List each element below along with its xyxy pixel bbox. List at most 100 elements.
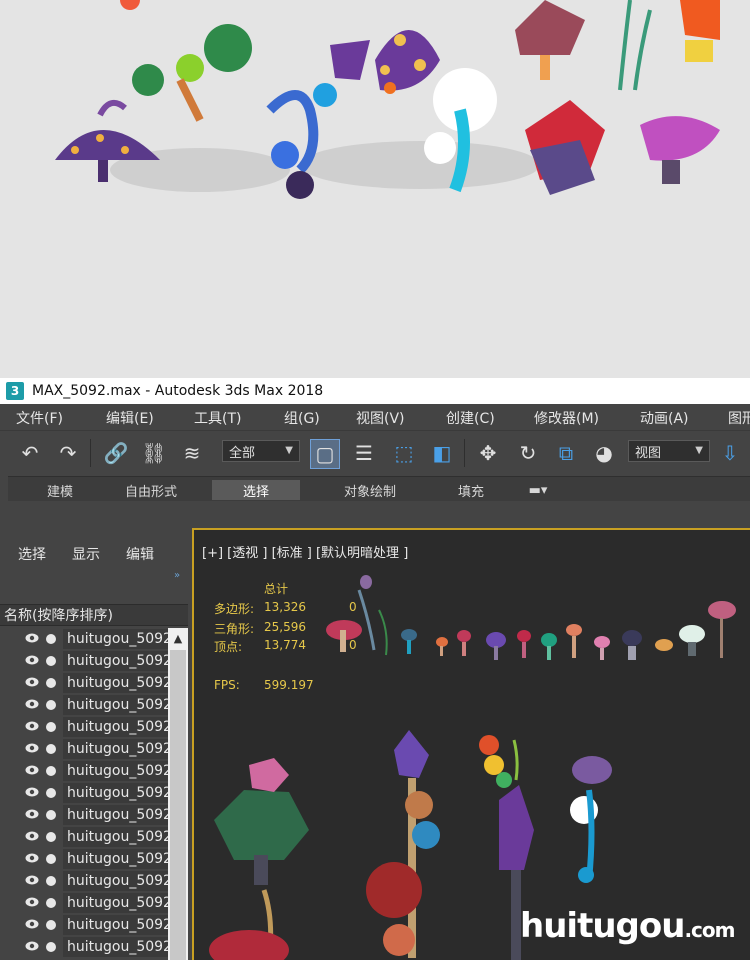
visibility-eye-icon[interactable] [25,698,39,710]
select-by-name-icon[interactable]: ☰ [350,439,378,467]
table-row[interactable]: huitugou_5092 [0,628,168,650]
table-row[interactable]: huitugou_5092 [0,804,168,826]
menu-create[interactable]: 创建(C) [446,408,495,428]
menu-file[interactable]: 文件(F) [16,408,63,428]
freeze-toggle-icon[interactable] [46,722,56,732]
menu-group[interactable]: 组(G) [284,408,320,428]
tab-modeling[interactable]: 建模 [30,480,90,500]
table-row[interactable]: huitugou_5092 [0,650,168,672]
visibility-eye-icon[interactable] [25,940,39,952]
freeze-toggle-icon[interactable] [46,788,56,798]
explorer-tab-select[interactable]: 选择 [18,544,46,564]
object-name[interactable]: huitugou_5092 [63,651,168,671]
freeze-toggle-icon[interactable] [46,656,56,666]
freeze-toggle-icon[interactable] [46,854,56,864]
visibility-eye-icon[interactable] [25,720,39,732]
selection-filter-dropdown[interactable]: 全部 ▼ [222,440,300,462]
visibility-eye-icon[interactable] [25,852,39,864]
visibility-eye-icon[interactable] [25,632,39,644]
object-name[interactable]: huitugou_5092 [63,717,168,737]
visibility-eye-icon[interactable] [25,896,39,908]
table-row[interactable]: huitugou_5092 [0,694,168,716]
object-name[interactable]: huitugou_5092 [63,629,168,649]
object-name[interactable]: huitugou_5092 [63,695,168,715]
object-name[interactable]: huitugou_5092 [63,893,168,913]
explorer-scrollbar[interactable]: ▲ [168,628,188,960]
object-name[interactable]: huitugou_5092 [63,827,168,847]
object-name[interactable]: huitugou_5092 [63,783,168,803]
scroll-thumb[interactable] [170,650,186,960]
visibility-eye-icon[interactable] [25,874,39,886]
visibility-eye-icon[interactable] [25,918,39,930]
visibility-eye-icon[interactable] [25,808,39,820]
explorer-tab-edit[interactable]: 编辑 [126,544,154,564]
freeze-toggle-icon[interactable] [46,832,56,842]
table-row[interactable]: huitugou_5092 [0,672,168,694]
object-name[interactable]: huitugou_5092 [63,871,168,891]
table-row[interactable]: huitugou_5092 [0,738,168,760]
table-row[interactable]: huitugou_5092 [0,760,168,782]
ribbon-options-icon[interactable]: ▬▾ [520,480,556,500]
table-row[interactable]: huitugou_5092 [0,870,168,892]
tab-populate[interactable]: 填充 [438,480,504,500]
tab-freeform[interactable]: 自由形式 [108,480,194,500]
freeze-toggle-icon[interactable] [46,920,56,930]
table-row[interactable]: huitugou_5092 [0,826,168,848]
table-row[interactable]: huitugou_5092 [0,782,168,804]
visibility-eye-icon[interactable] [25,764,39,776]
object-name[interactable]: huitugou_5092 [63,849,168,869]
rotate-icon[interactable]: ↻ [514,439,542,467]
snap-icon[interactable]: ⇩ [716,439,744,467]
object-name[interactable]: huitugou_5092 [63,915,168,935]
undo-icon[interactable]: ↶ [16,439,44,467]
visibility-eye-icon[interactable] [25,676,39,688]
table-row[interactable]: huitugou_5092 [0,892,168,914]
freeze-toggle-icon[interactable] [46,810,56,820]
freeze-toggle-icon[interactable] [46,766,56,776]
freeze-toggle-icon[interactable] [46,876,56,886]
scale-icon[interactable]: ⧉ [552,439,580,467]
menu-graph[interactable]: 图形 [728,408,750,428]
menu-edit[interactable]: 编辑(E) [106,408,154,428]
object-name[interactable]: huitugou_5092 [63,739,168,759]
explorer-column-header[interactable]: 名称(按降序排序) [0,604,188,626]
freeze-toggle-icon[interactable] [46,634,56,644]
freeze-toggle-icon[interactable] [46,678,56,688]
coord-center-icon[interactable]: ◕ [590,439,618,467]
menu-tools[interactable]: 工具(T) [194,408,241,428]
table-row[interactable]: huitugou_5092 [0,848,168,870]
tab-object-paint[interactable]: 对象绘制 [320,480,420,500]
freeze-toggle-icon[interactable] [46,898,56,908]
move-icon[interactable]: ✥ [474,439,502,467]
explorer-tab-display[interactable]: 显示 [72,544,100,564]
object-name[interactable]: huitugou_5092 [63,805,168,825]
menu-modifiers[interactable]: 修改器(M) [534,408,599,428]
object-name[interactable]: huitugou_5092 [63,937,168,957]
rect-selection-icon[interactable]: ⬚ [390,439,418,467]
unlink-icon[interactable]: ⛓ [140,439,168,467]
expand-chevron-icon[interactable]: » [174,570,180,581]
perspective-viewport[interactable]: [+] [透视 ] [标准 ] [默认明暗处理 ] 总计 多边形: 13,326… [192,528,750,960]
visibility-eye-icon[interactable] [25,830,39,842]
table-row[interactable]: huitugou_5092 [0,914,168,936]
object-name[interactable]: huitugou_5092 [63,761,168,781]
reference-coord-dropdown[interactable]: 视图 ▼ [628,440,710,462]
tab-selection[interactable]: 选择 [212,480,300,500]
menu-views[interactable]: 视图(V) [356,408,405,428]
menu-animation[interactable]: 动画(A) [640,408,689,428]
redo-icon[interactable]: ↷ [54,439,82,467]
object-name[interactable]: huitugou_5092 [63,673,168,693]
visibility-eye-icon[interactable] [25,654,39,666]
scroll-up-icon[interactable]: ▲ [168,628,188,648]
select-object-icon[interactable]: ▢ [310,439,340,469]
visibility-eye-icon[interactable] [25,786,39,798]
link-icon[interactable]: 🔗 [102,439,130,467]
window-crossing-icon[interactable]: ◧ [428,439,456,467]
freeze-toggle-icon[interactable] [46,942,56,952]
bind-spacewarp-icon[interactable]: ≋ [178,439,206,467]
freeze-toggle-icon[interactable] [46,744,56,754]
freeze-toggle-icon[interactable] [46,700,56,710]
visibility-eye-icon[interactable] [25,742,39,754]
table-row[interactable]: huitugou_5092 [0,936,168,958]
table-row[interactable]: huitugou_5092 [0,716,168,738]
